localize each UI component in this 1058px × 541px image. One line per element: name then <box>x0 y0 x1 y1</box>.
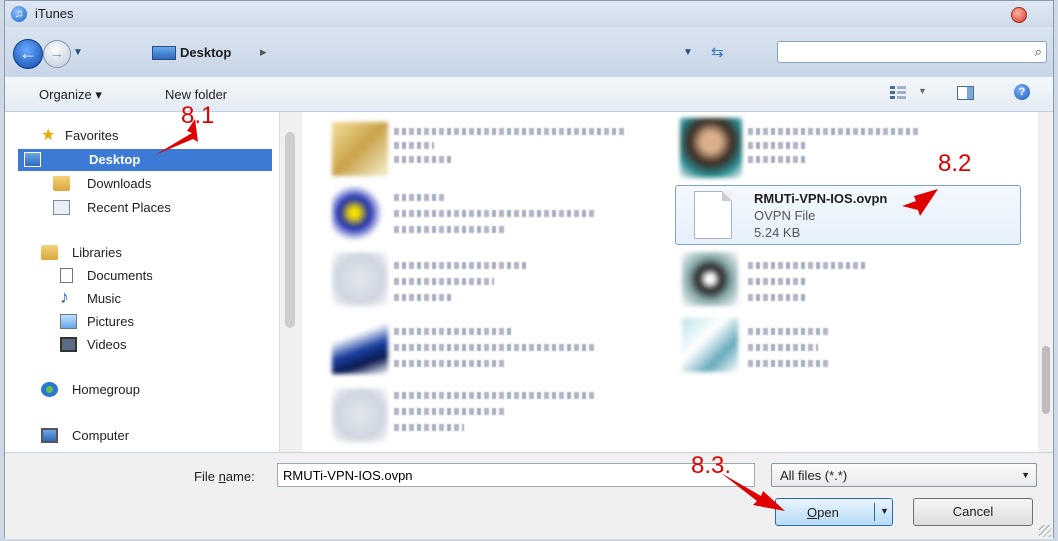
scrollbar-thumb[interactable] <box>1042 346 1050 414</box>
arrow-8-1 <box>155 119 198 155</box>
refresh-icon[interactable]: ⇆ <box>711 43 724 61</box>
annotation-arrow-8-3 <box>721 473 785 511</box>
sidebar-item-computer[interactable]: Computer <box>41 425 241 447</box>
sidebar-item-documents[interactable]: Documents <box>60 265 260 287</box>
history-dropdown-icon[interactable]: ▼ <box>73 47 83 58</box>
filename-label: File name: <box>194 469 255 484</box>
title-bar: ♫ iTunes <box>5 1 1053 27</box>
annotation-arrows <box>902 189 938 216</box>
breadcrumb-chevron-icon[interactable]: ▸ <box>260 44 267 60</box>
navigation-scrollbar[interactable] <box>281 112 301 452</box>
address-bar[interactable]: Desktop ▸ ▼ ⇆ <box>148 41 734 65</box>
cancel-button[interactable]: Cancel <box>913 498 1033 526</box>
chevron-down-icon: ▼ <box>1021 470 1030 480</box>
star-icon: ★ <box>41 127 56 144</box>
videos-icon <box>60 337 77 352</box>
dialog-footer: File name: All files (*.*) ▼ Open ▼ Canc… <box>5 452 1053 539</box>
annotation-arrow-8-1 <box>155 119 198 155</box>
view-dropdown-icon[interactable]: ▼ <box>918 86 927 96</box>
sidebar-item-videos[interactable]: Videos <box>60 334 260 356</box>
new-folder-button[interactable]: New folder <box>165 87 227 102</box>
navigation-bar: ← → ▼ Desktop ▸ ▼ ⇆ ⌕ <box>5 27 1053 77</box>
desktop-icon <box>24 152 41 167</box>
command-toolbar: Organize ▾ New folder ▼ ? <box>5 77 1053 112</box>
computer-icon <box>41 428 58 443</box>
arrow-8-2 <box>902 189 938 216</box>
window-title: iTunes <box>35 6 74 21</box>
navigation-pane: ★ Favorites Desktop Downloads Recent Pla… <box>5 102 280 452</box>
sidebar-item-libraries[interactable]: Libraries <box>41 242 241 264</box>
music-note-icon: ♪ <box>60 287 69 307</box>
split-divider <box>874 503 875 521</box>
back-button[interactable]: ← <box>13 39 43 69</box>
help-icon[interactable]: ? <box>1014 84 1030 100</box>
sidebar-item-music[interactable]: ♪ Music <box>60 287 260 310</box>
address-dropdown-icon[interactable]: ▼ <box>683 47 693 58</box>
filename-input[interactable] <box>277 463 755 487</box>
scrollbar-thumb[interactable] <box>285 132 295 328</box>
open-file-dialog: ♫ iTunes ← → ▼ Desktop ▸ ▼ ⇆ ⌕ Organize … <box>4 0 1054 539</box>
organize-button[interactable]: Organize ▾ <box>39 87 102 103</box>
sidebar-item-pictures[interactable]: Pictures <box>60 311 260 333</box>
address-location[interactable]: Desktop <box>180 45 231 60</box>
sidebar-item-recent-places[interactable]: Recent Places <box>53 197 253 219</box>
forward-button[interactable]: → <box>43 40 71 68</box>
sidebar-item-homegroup[interactable]: Homegroup <box>41 379 241 401</box>
file-type-select[interactable]: All files (*.*) ▼ <box>771 463 1037 487</box>
recent-places-icon <box>53 200 70 215</box>
pictures-icon <box>60 314 77 329</box>
open-dropdown-icon[interactable]: ▼ <box>880 506 889 516</box>
itunes-icon: ♫ <box>11 6 27 22</box>
resize-grip[interactable] <box>1039 525 1051 537</box>
file-list-scrollbar[interactable] <box>1040 112 1052 452</box>
search-icon[interactable]: ⌕ <box>1035 44 1042 60</box>
preview-pane-icon[interactable] <box>957 86 974 100</box>
change-view-icon[interactable] <box>889 85 907 100</box>
file-list: RMUTi-VPN-IOS.ovpn OVPN File 5.24 KB 8.2 <box>302 112 1038 452</box>
documents-icon <box>60 268 73 283</box>
desktop-icon <box>152 46 176 60</box>
search-input[interactable]: ⌕ <box>777 41 1047 63</box>
downloads-folder-icon <box>53 176 70 191</box>
sidebar-item-downloads[interactable]: Downloads <box>53 173 253 195</box>
close-button[interactable] <box>1011 7 1027 23</box>
arrow-8-3 <box>721 473 785 511</box>
homegroup-icon <box>41 382 58 397</box>
libraries-icon <box>41 245 58 260</box>
